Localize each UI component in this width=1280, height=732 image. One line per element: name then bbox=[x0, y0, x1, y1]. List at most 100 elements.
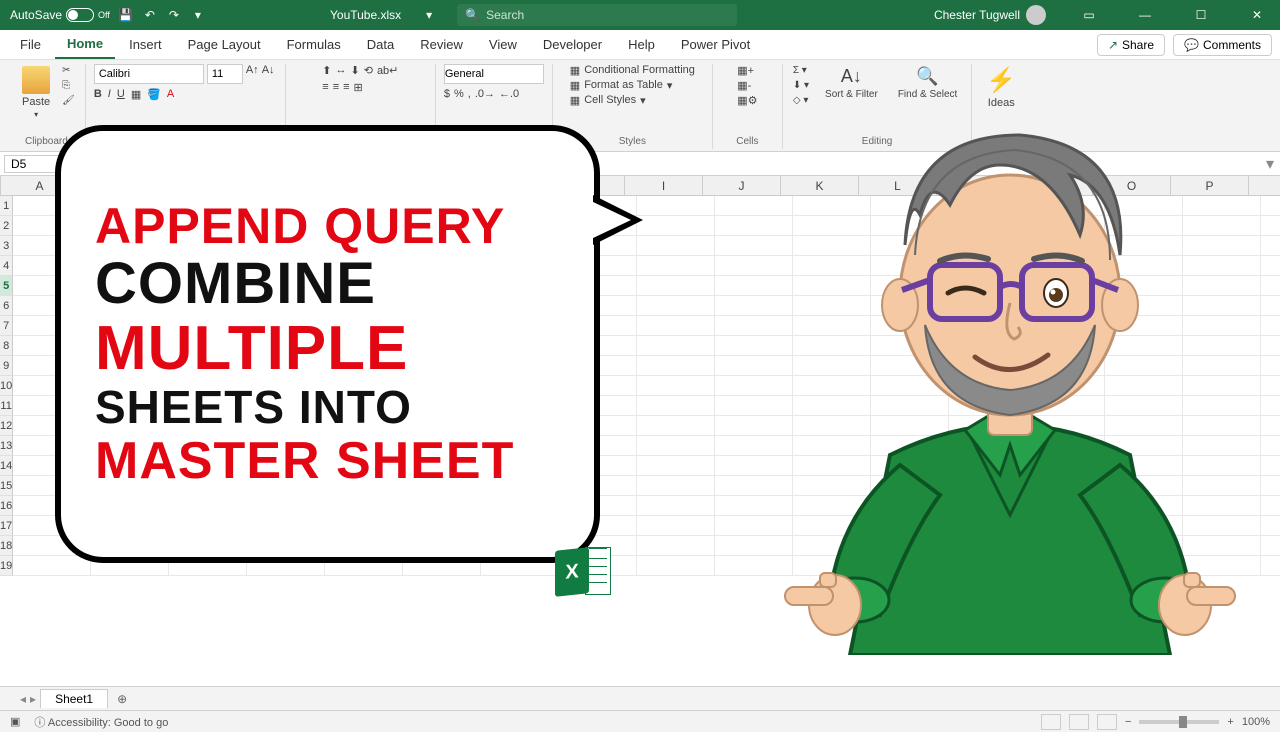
cell[interactable] bbox=[637, 236, 715, 256]
align-bottom-icon[interactable]: ⬇ bbox=[351, 64, 360, 77]
cell[interactable] bbox=[637, 336, 715, 356]
zoom-level[interactable]: 100% bbox=[1242, 716, 1270, 728]
font-family-select[interactable] bbox=[94, 64, 204, 84]
comments-button[interactable]: 💬 Comments bbox=[1173, 34, 1272, 56]
cell[interactable] bbox=[637, 456, 715, 476]
page-layout-view-icon[interactable] bbox=[1069, 714, 1089, 730]
align-center-icon[interactable]: ≡ bbox=[333, 81, 339, 94]
insert-cells-icon[interactable]: ▦+ bbox=[737, 64, 754, 77]
user-account[interactable]: Chester Tugwell bbox=[934, 5, 1056, 25]
sheet-tab-sheet1[interactable]: Sheet1 bbox=[40, 689, 108, 708]
row-header[interactable]: 11 bbox=[0, 396, 13, 416]
tab-help[interactable]: Help bbox=[616, 31, 667, 58]
normal-view-icon[interactable] bbox=[1041, 714, 1061, 730]
cell[interactable] bbox=[1261, 296, 1280, 316]
tab-home[interactable]: Home bbox=[55, 30, 115, 59]
cell[interactable] bbox=[637, 356, 715, 376]
fill-icon[interactable]: ⬇ ▾ bbox=[791, 79, 811, 92]
merge-icon[interactable]: ⊞ bbox=[354, 81, 363, 94]
decrease-font-icon[interactable]: A↓ bbox=[262, 64, 275, 84]
add-sheet-button[interactable]: ⊕ bbox=[112, 689, 132, 709]
cell[interactable] bbox=[1261, 276, 1280, 296]
row-header[interactable]: 6 bbox=[0, 296, 13, 316]
cell[interactable] bbox=[637, 536, 715, 556]
delete-cells-icon[interactable]: ▦- bbox=[737, 79, 751, 92]
cell[interactable] bbox=[1261, 396, 1280, 416]
expand-formula-icon[interactable]: ▾ bbox=[1260, 154, 1280, 174]
page-break-view-icon[interactable] bbox=[1097, 714, 1117, 730]
cell[interactable] bbox=[1261, 336, 1280, 356]
row-header[interactable]: 15 bbox=[0, 476, 13, 496]
align-middle-icon[interactable]: ↔ bbox=[336, 64, 347, 77]
tab-insert[interactable]: Insert bbox=[117, 31, 174, 58]
row-header[interactable]: 7 bbox=[0, 316, 13, 336]
cell[interactable] bbox=[637, 196, 715, 216]
cell[interactable] bbox=[637, 516, 715, 536]
cell[interactable] bbox=[1261, 356, 1280, 376]
cell-styles-button[interactable]: ▦Cell Styles ▾ bbox=[570, 94, 646, 107]
cell[interactable] bbox=[637, 216, 715, 236]
decrease-decimal-icon[interactable]: ←.0 bbox=[499, 88, 519, 100]
tab-review[interactable]: Review bbox=[408, 31, 475, 58]
tab-file[interactable]: File bbox=[8, 31, 53, 58]
number-format-select[interactable] bbox=[444, 64, 544, 84]
row-header[interactable]: 13 bbox=[0, 436, 13, 456]
cell[interactable] bbox=[637, 436, 715, 456]
cell[interactable] bbox=[1261, 416, 1280, 436]
undo-icon[interactable]: ↶ bbox=[142, 7, 158, 23]
tab-power-pivot[interactable]: Power Pivot bbox=[669, 31, 762, 58]
accessibility-status[interactable]: ⓘ Accessibility: Good to go bbox=[34, 714, 168, 730]
zoom-slider[interactable] bbox=[1139, 720, 1219, 724]
tab-formulas[interactable]: Formulas bbox=[275, 31, 353, 58]
record-macro-icon[interactable]: ▣ bbox=[10, 715, 20, 728]
tab-developer[interactable]: Developer bbox=[531, 31, 614, 58]
row-header[interactable]: 8 bbox=[0, 336, 13, 356]
font-color-icon[interactable]: A bbox=[167, 88, 174, 101]
align-left-icon[interactable]: ≡ bbox=[322, 81, 328, 94]
italic-icon[interactable]: I bbox=[108, 88, 111, 101]
cell[interactable] bbox=[1261, 536, 1280, 556]
underline-icon[interactable]: U bbox=[117, 88, 125, 101]
cell[interactable] bbox=[1261, 456, 1280, 476]
ribbon-display-icon[interactable]: ▭ bbox=[1066, 0, 1112, 30]
close-icon[interactable]: ✕ bbox=[1234, 0, 1280, 30]
maximize-icon[interactable]: ☐ bbox=[1178, 0, 1224, 30]
row-header[interactable]: 2 bbox=[0, 216, 13, 236]
minimize-icon[interactable]: — bbox=[1122, 0, 1168, 30]
cell[interactable] bbox=[1261, 236, 1280, 256]
format-as-table-button[interactable]: ▦Format as Table ▾ bbox=[570, 79, 673, 92]
row-header[interactable]: 10 bbox=[0, 376, 13, 396]
cell[interactable] bbox=[637, 296, 715, 316]
zoom-in-icon[interactable]: + bbox=[1227, 716, 1233, 728]
save-icon[interactable]: 💾 bbox=[118, 7, 134, 23]
autosave-toggle[interactable]: AutoSave Off bbox=[10, 8, 110, 22]
cell[interactable] bbox=[1261, 436, 1280, 456]
cell[interactable] bbox=[637, 396, 715, 416]
format-cells-icon[interactable]: ▦⚙ bbox=[737, 94, 757, 107]
cell[interactable] bbox=[637, 376, 715, 396]
cell[interactable] bbox=[1261, 556, 1280, 576]
bold-icon[interactable]: B bbox=[94, 88, 102, 101]
cell[interactable] bbox=[637, 256, 715, 276]
redo-icon[interactable]: ↷ bbox=[166, 7, 182, 23]
cell[interactable] bbox=[1261, 376, 1280, 396]
cell[interactable] bbox=[1261, 476, 1280, 496]
row-header[interactable]: 14 bbox=[0, 456, 13, 476]
comma-icon[interactable]: , bbox=[468, 88, 471, 100]
cell[interactable] bbox=[637, 476, 715, 496]
font-size-select[interactable] bbox=[207, 64, 243, 84]
cell[interactable] bbox=[1261, 256, 1280, 276]
share-button[interactable]: ↗ Share bbox=[1097, 34, 1165, 56]
autosum-icon[interactable]: Σ ▾ bbox=[791, 64, 811, 77]
qat-more-icon[interactable]: ▾ bbox=[190, 7, 206, 23]
tab-data[interactable]: Data bbox=[355, 31, 406, 58]
cell[interactable] bbox=[1261, 196, 1280, 216]
row-header[interactable]: 12 bbox=[0, 416, 13, 436]
border-icon[interactable]: ▦ bbox=[131, 88, 141, 101]
fill-color-icon[interactable]: 🪣 bbox=[147, 88, 161, 101]
currency-icon[interactable]: $ bbox=[444, 88, 450, 100]
column-header[interactable]: I bbox=[625, 176, 703, 195]
increase-font-icon[interactable]: A↑ bbox=[246, 64, 259, 84]
row-header[interactable]: 16 bbox=[0, 496, 13, 516]
row-header[interactable]: 1 bbox=[0, 196, 13, 216]
